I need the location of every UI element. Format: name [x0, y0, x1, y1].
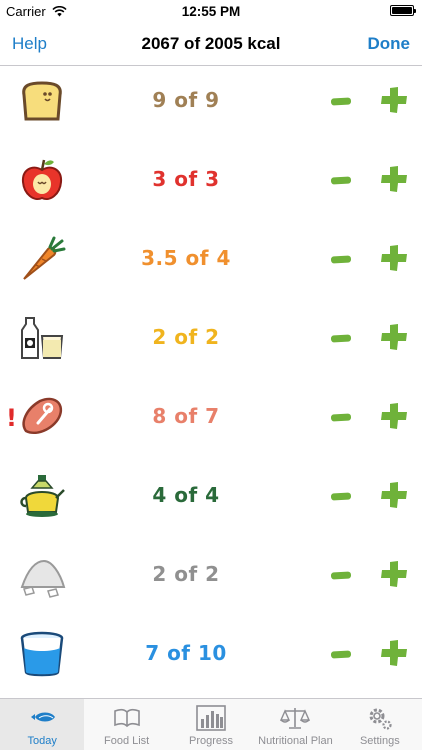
decrease-button[interactable]: [326, 244, 356, 274]
fish-icon: [31, 712, 56, 722]
food-count: 2 of 2: [152, 562, 220, 586]
tab-label: Nutritional Plan: [258, 735, 333, 747]
food-row-bread: 9 of 9: [0, 66, 422, 145]
decrease-button[interactable]: [326, 323, 356, 353]
decrease-button[interactable]: [326, 560, 356, 590]
increase-button[interactable]: [378, 84, 410, 116]
increase-button[interactable]: [378, 558, 410, 590]
increase-button[interactable]: [378, 479, 410, 511]
gear-icon: [369, 708, 392, 730]
tab-label: Progress: [189, 735, 234, 747]
nav-bar: Help 2067 of 2005 kcal Done: [0, 22, 422, 66]
bread-icon: [22, 81, 62, 121]
food-count: 2 of 2: [152, 325, 220, 349]
tab-food-list[interactable]: Food List: [84, 699, 168, 750]
oil-icon: [20, 475, 65, 517]
increase-button[interactable]: [378, 400, 410, 432]
scale-icon: [280, 708, 311, 729]
food-row-sugar: 2 of 2: [0, 540, 422, 619]
tab-label: Food List: [103, 735, 150, 747]
food-count: 3 of 3: [152, 167, 220, 191]
book-icon: [113, 708, 140, 728]
tab-label: Settings: [359, 735, 400, 747]
increase-button[interactable]: [378, 163, 410, 195]
food-count: 8 of 7: [152, 404, 220, 428]
tab-label: Today: [27, 735, 57, 747]
over-limit-warning: !: [6, 404, 17, 432]
tab-today[interactable]: Today: [0, 699, 85, 750]
milk-icon: [21, 317, 64, 359]
apple-icon: [21, 159, 63, 200]
status-time: 12:55 PM: [181, 4, 241, 19]
done-button[interactable]: Done: [368, 34, 411, 54]
food-row-apple: 3 of 3: [0, 145, 422, 224]
page-title: 2067 of 2005 kcal: [141, 34, 281, 53]
food-row-milk: 2 of 2: [0, 303, 422, 382]
food-count: 7 of 10: [145, 641, 227, 665]
increase-button[interactable]: [378, 321, 410, 353]
carrot-icon: [23, 236, 66, 280]
food-row-water: 7 of 10: [0, 619, 422, 698]
food-list: 9 of 9 3 of 3 3.5 of 4 2 of 2 ! 8 of 7 4…: [0, 66, 422, 698]
decrease-button[interactable]: [326, 402, 356, 432]
status-bar: Carrier 12:55 PM: [0, 0, 422, 22]
decrease-button[interactable]: [326, 165, 356, 195]
food-row-oil: 4 of 4: [0, 461, 422, 540]
sugar-icon: [20, 559, 66, 598]
tab-nutritional-plan[interactable]: Nutritional Plan: [253, 699, 337, 750]
food-row-meat: ! 8 of 7: [0, 382, 422, 461]
food-count: 9 of 9: [152, 88, 220, 112]
decrease-button[interactable]: [326, 481, 356, 511]
tab-bar: Today Food List Progress Nutritional Pla…: [0, 698, 422, 750]
meat-icon: [22, 397, 63, 434]
food-row-carrot: 3.5 of 4: [0, 224, 422, 303]
decrease-button[interactable]: [326, 86, 356, 116]
increase-button[interactable]: [378, 242, 410, 274]
water-icon: [20, 631, 64, 677]
battery-icon: [390, 5, 416, 16]
food-count: 4 of 4: [152, 483, 220, 507]
tab-settings[interactable]: Settings: [338, 699, 422, 750]
bar-chart-icon: [196, 705, 226, 731]
decrease-button[interactable]: [326, 639, 356, 669]
increase-button[interactable]: [378, 637, 410, 669]
food-count: 3.5 of 4: [141, 246, 231, 270]
tab-progress[interactable]: Progress: [169, 699, 253, 750]
